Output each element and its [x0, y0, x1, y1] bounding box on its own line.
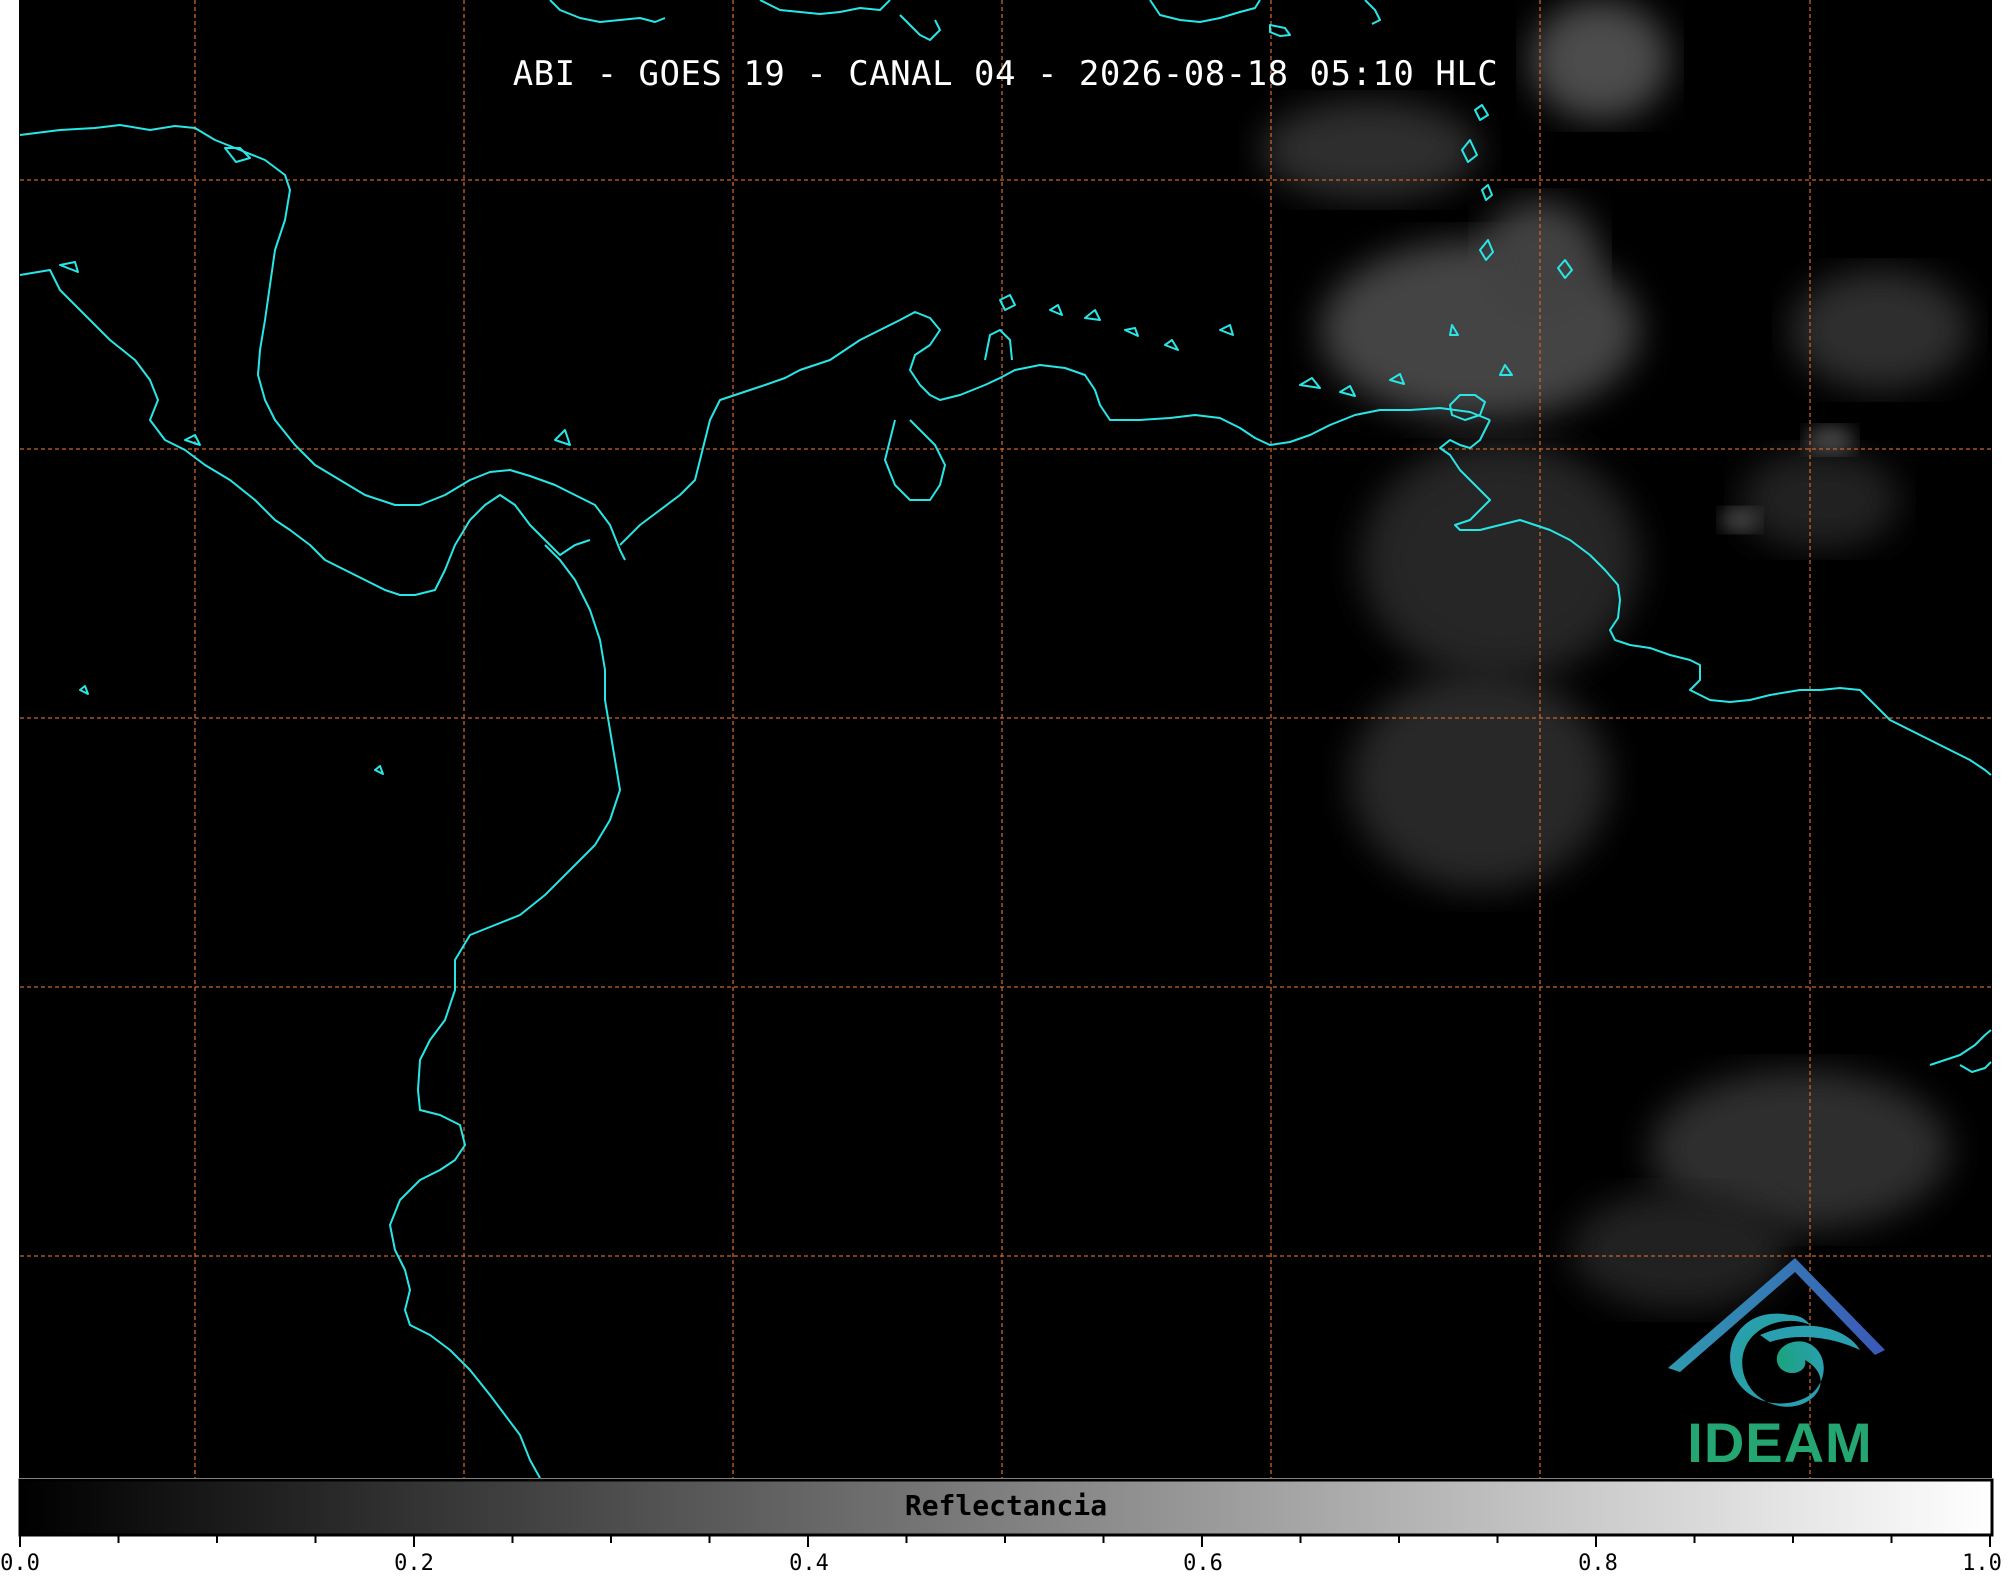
colorbar-ticks	[19, 1535, 1991, 1547]
colorbar-tick-label-2: 0.4	[789, 1551, 829, 1576]
colorbar-label: Reflectancia	[904, 1489, 1108, 1522]
colorbar-tick-label-0: 0.0	[0, 1551, 40, 1576]
colorbar-tick-label-5: 1.0	[1962, 1551, 2002, 1576]
colorbar-tick-label-1: 0.2	[394, 1551, 434, 1576]
colorbar-tick-label-3: 0.6	[1183, 1551, 1223, 1576]
satellite-map	[0, 0, 2011, 1547]
map-title: ABI - GOES 19 - CANAL 04 - 2026-08-18 05…	[512, 54, 1499, 94]
colorbar-tick-label-4: 0.8	[1578, 1551, 1618, 1576]
ideam-logo: IDEAM	[1687, 1411, 1873, 1474]
